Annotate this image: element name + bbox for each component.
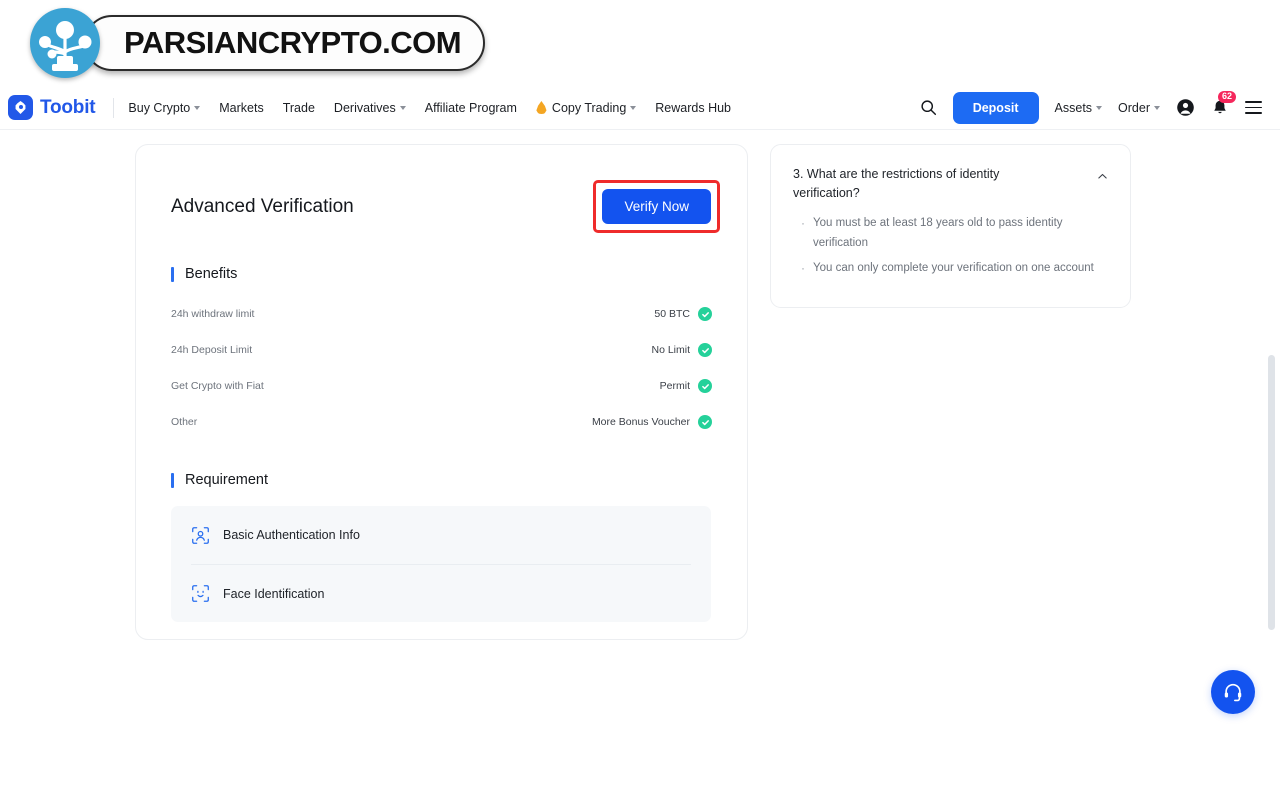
main-content: Advanced Verification Verify Now Benefit…	[0, 130, 1280, 800]
nav-item-trade[interactable]: Trade	[283, 101, 315, 115]
flame-icon	[536, 101, 547, 114]
hamburger-menu-icon[interactable]	[1245, 101, 1262, 114]
nav-label: Markets	[219, 100, 264, 115]
nav-item-derivatives[interactable]: Derivatives	[334, 101, 406, 115]
benefit-label: 24h Deposit Limit	[171, 344, 253, 356]
faq-answer-text: You must be at least 18 years old to pas…	[813, 216, 1063, 249]
support-chat-button[interactable]	[1211, 670, 1255, 714]
check-circle-icon	[698, 379, 712, 393]
requirement-heading-label: Requirement	[185, 472, 269, 488]
watermark-pill: PARSIANCRYPTO.COM	[84, 15, 486, 71]
requirements-list: Basic Authentication Info Face Identific…	[171, 506, 711, 622]
chevron-down-icon	[1154, 106, 1160, 110]
nav-label: Buy Crypto	[128, 100, 191, 115]
order-menu[interactable]: Order	[1118, 101, 1160, 115]
chevron-up-icon[interactable]	[1097, 169, 1108, 180]
assets-menu[interactable]: Assets	[1055, 101, 1103, 115]
nav-item-markets[interactable]: Markets	[219, 101, 263, 115]
benefit-value-group: Permit	[660, 379, 712, 393]
header-actions: Deposit Assets Order 62	[920, 90, 1262, 124]
site-header: Toobit Buy Crypto Markets Trade Derivati…	[0, 86, 1280, 130]
benefit-label: Get Crypto with Fiat	[171, 380, 264, 392]
search-icon[interactable]	[920, 99, 937, 116]
page-title: Advanced Verification	[171, 195, 354, 217]
list-item-basic-authentication-info[interactable]: Basic Authentication Info	[191, 506, 691, 564]
list-item: · You must be at least 18 years old to p…	[801, 214, 1108, 254]
faq-panel: 3. What are the restrictions of identity…	[770, 144, 1131, 309]
benefits-heading-label: Benefits	[185, 266, 238, 282]
faq-question-toggle[interactable]: 3. What are the restrictions of identity…	[793, 165, 1108, 204]
faq-question-text: 3. What are the restrictions of identity…	[793, 167, 1000, 201]
list-item: · You can only complete your verificatio…	[801, 259, 1108, 279]
benefits-list: 24h withdraw limit 50 BTC 24h Deposit Li…	[171, 296, 712, 440]
nav-label: Copy Trading	[551, 100, 627, 115]
id-scan-person-icon	[191, 526, 210, 545]
nav-label: Trade	[282, 100, 315, 115]
verify-now-button[interactable]: Verify Now	[602, 189, 711, 224]
benefits-heading: Benefits	[171, 266, 747, 282]
assets-label: Assets	[1054, 100, 1093, 115]
bullet-icon: ·	[801, 215, 805, 230]
order-label: Order	[1118, 100, 1150, 115]
bullet-icon: ·	[801, 261, 805, 276]
requirement-heading: Requirement	[171, 472, 747, 488]
page-scrollbar-thumb[interactable]	[1268, 355, 1275, 630]
nav-item-affiliate-program[interactable]: Affiliate Program	[425, 101, 517, 115]
network-tree-icon	[30, 8, 100, 78]
benefit-value: 50 BTC	[654, 308, 690, 320]
list-item-face-identification[interactable]: Face Identification	[191, 564, 691, 622]
nav-label: Rewards Hub	[655, 100, 732, 115]
requirement-label: Basic Authentication Info	[223, 528, 360, 542]
chevron-down-icon	[399, 106, 406, 110]
user-avatar-icon[interactable]	[1176, 98, 1195, 117]
nav-item-buy-crypto[interactable]: Buy Crypto	[128, 100, 201, 115]
watermark-text: PARSIANCRYPTO.COM	[124, 25, 462, 60]
list-item: Get Crypto with Fiat Permit	[171, 368, 712, 404]
benefit-value-group: No Limit	[651, 343, 712, 357]
benefit-value-group: More Bonus Voucher	[592, 415, 712, 429]
benefit-label: Other	[171, 416, 198, 428]
list-item: Other More Bonus Voucher	[171, 404, 712, 440]
section-accent-bar	[171, 472, 174, 488]
check-circle-icon	[698, 307, 712, 321]
list-item: 24h withdraw limit 50 BTC	[171, 296, 712, 332]
faq-answer-list: · You must be at least 18 years old to p…	[801, 214, 1108, 279]
check-circle-icon	[698, 343, 712, 357]
benefit-value: No Limit	[651, 344, 690, 356]
check-circle-icon	[698, 415, 712, 429]
watermark-overlay: PARSIANCRYPTO.COM	[30, 8, 486, 78]
chevron-down-icon	[194, 106, 201, 110]
toobit-logo-icon	[8, 95, 33, 120]
nav-label: Affiliate Program	[424, 100, 517, 115]
header-divider	[113, 97, 115, 118]
card-header: Advanced Verification Verify Now	[136, 145, 747, 233]
nav-item-copy-trading[interactable]: Copy Trading	[536, 100, 637, 115]
requirement-label: Face Identification	[223, 586, 325, 601]
faq-answer-text: You can only complete your verification …	[813, 262, 1094, 275]
chevron-down-icon	[1096, 106, 1103, 110]
section-accent-bar	[171, 266, 174, 282]
chevron-down-icon	[630, 106, 637, 110]
notifications-button[interactable]: 62	[1211, 90, 1237, 117]
face-scan-icon	[191, 584, 210, 603]
benefit-value: More Bonus Voucher	[591, 416, 690, 428]
notification-badge: 62	[1218, 90, 1237, 104]
list-item: 24h Deposit Limit No Limit	[171, 332, 712, 368]
nav-item-rewards-hub[interactable]: Rewards Hub	[655, 101, 731, 115]
verify-now-wrapper: Verify Now	[593, 180, 720, 233]
brand-logo[interactable]: Toobit	[8, 95, 96, 120]
main-nav: Buy Crypto Markets Trade Derivatives Aff…	[128, 101, 731, 115]
deposit-button[interactable]: Deposit	[952, 91, 1039, 124]
advanced-verification-card: Advanced Verification Verify Now Benefit…	[135, 144, 748, 640]
nav-label: Derivatives	[333, 100, 396, 115]
benefit-label: 24h withdraw limit	[171, 308, 255, 320]
benefit-value-group: 50 BTC	[654, 307, 712, 321]
brand-name: Toobit	[40, 96, 96, 118]
benefit-value: Permit	[659, 380, 690, 392]
